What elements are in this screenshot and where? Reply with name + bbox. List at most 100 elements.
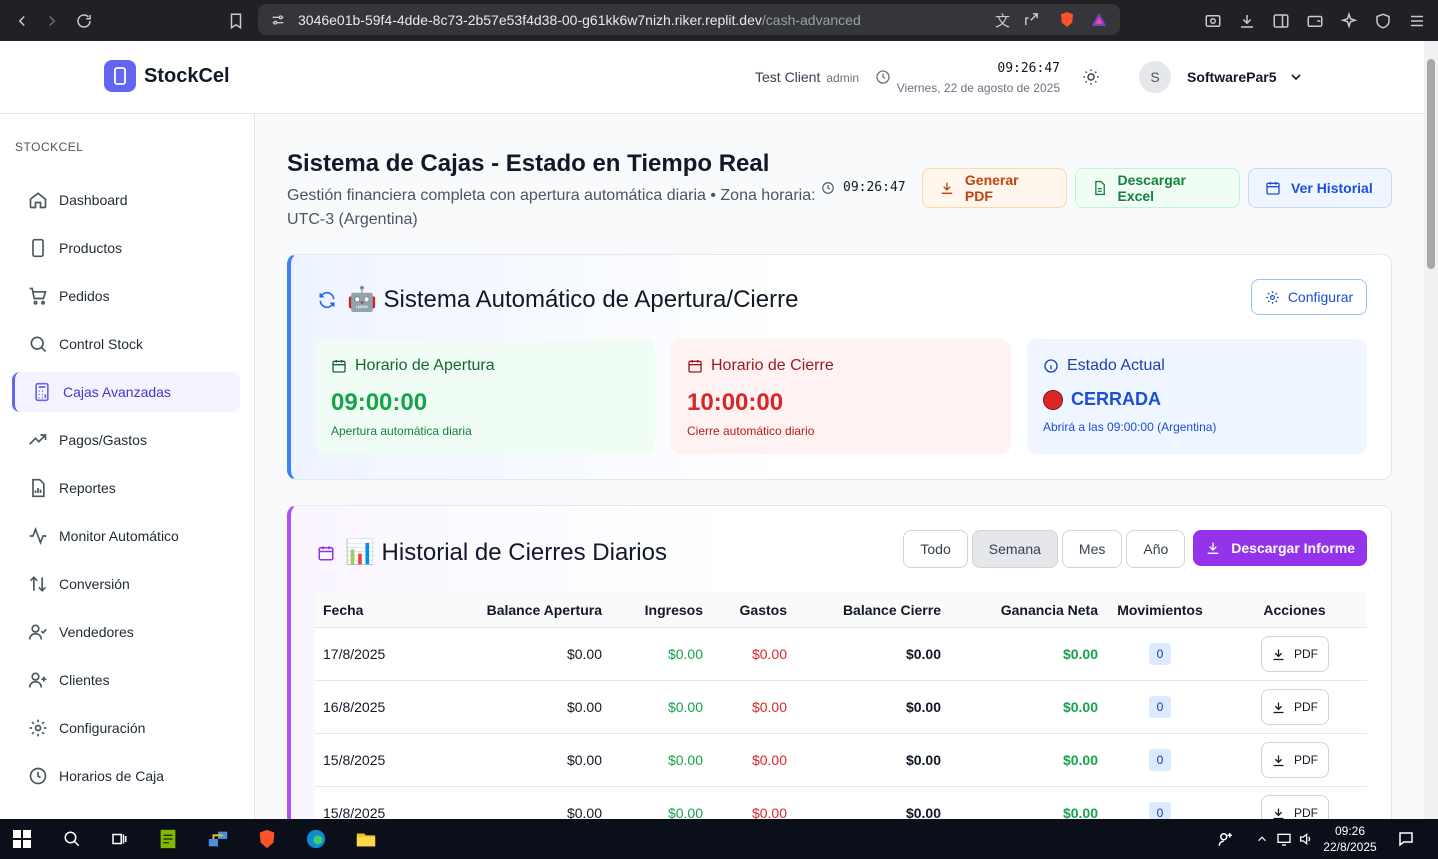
red-circle-icon bbox=[1043, 389, 1063, 410]
leo-ai-icon[interactable] bbox=[1338, 10, 1360, 32]
phone-logo-icon bbox=[104, 60, 136, 92]
sidebar-item-pedidos[interactable]: Pedidos bbox=[15, 276, 240, 316]
cell-balance-apertura: $0.00 bbox=[566, 646, 602, 662]
header-time: 09:26:47 bbox=[997, 61, 1060, 76]
cell-gastos: $0.00 bbox=[751, 805, 787, 819]
volume-icon[interactable] bbox=[1294, 827, 1318, 851]
scrollbar-thumb[interactable] bbox=[1427, 59, 1435, 269]
menu-icon[interactable] bbox=[1406, 10, 1428, 32]
cell-gastos: $0.00 bbox=[751, 752, 787, 768]
movements-badge: 0 bbox=[1149, 749, 1171, 771]
sidebar-item-label: Conversión bbox=[59, 576, 130, 592]
sidebar-item-control-stock[interactable]: Control Stock bbox=[15, 324, 240, 364]
search-icon[interactable] bbox=[60, 827, 84, 851]
view-history-button[interactable]: Ver Historial bbox=[1248, 168, 1392, 208]
row-pdf-button[interactable]: PDF bbox=[1260, 795, 1329, 819]
gear-icon bbox=[1266, 290, 1279, 304]
col-acciones: Acciones bbox=[1263, 601, 1326, 618]
table-row: 16/8/2025 $0.00 $0.00 $0.00 $0.00 $0.00 … bbox=[315, 681, 1367, 734]
configure-button[interactable]: Configurar bbox=[1251, 279, 1367, 315]
closing-note: Cierre automático diario bbox=[687, 424, 815, 438]
cell-movimientos: 0 bbox=[1098, 802, 1222, 819]
cell-ganancia-neta: $0.00 bbox=[1062, 805, 1098, 819]
task-view-icon[interactable] bbox=[107, 827, 131, 851]
tab-search-icon[interactable] bbox=[1202, 10, 1224, 32]
theme-toggle-sun-icon[interactable] bbox=[1082, 68, 1100, 91]
notification-icon[interactable] bbox=[1394, 827, 1418, 851]
avatar[interactable]: S bbox=[1139, 61, 1171, 93]
site-settings-icon[interactable] bbox=[270, 12, 286, 28]
sidebar-item-conversion[interactable]: Conversión bbox=[15, 564, 240, 604]
address-bar[interactable]: 3046e01b-59f4-4dde-8c73-2b57e53f4d38-00-… bbox=[258, 4, 1120, 35]
generate-pdf-button[interactable]: Generar PDF bbox=[922, 168, 1067, 208]
sidebar-item-cajas-avanzadas[interactable]: Cajas Avanzadas bbox=[12, 372, 240, 412]
vpn-shield-icon[interactable] bbox=[1372, 10, 1394, 32]
sidebar-item-reportes[interactable]: Reportes bbox=[15, 468, 240, 508]
sidebar-item-label: Vendedores bbox=[59, 624, 134, 640]
cell-balance-cierre: $0.00 bbox=[905, 752, 941, 768]
col-movimientos: Movimientos bbox=[1117, 601, 1203, 618]
sidebar-toggle-icon[interactable] bbox=[1270, 10, 1292, 32]
sidebar-item-vendedores[interactable]: Vendedores bbox=[15, 612, 240, 652]
sidebar-item-horarios[interactable]: Horarios de Caja bbox=[15, 756, 240, 796]
calendar-icon bbox=[688, 360, 702, 373]
sidebar-item-label: Cajas Avanzadas bbox=[63, 384, 171, 400]
wallet-icon[interactable] bbox=[1304, 10, 1326, 32]
filter-semana[interactable]: Semana bbox=[971, 530, 1058, 568]
clock-icon bbox=[822, 181, 834, 194]
download-report-button[interactable]: Descargar Informe bbox=[1193, 530, 1367, 566]
reload-icon[interactable] bbox=[70, 7, 98, 35]
sidebar-item-pagos-gastos[interactable]: Pagos/Gastos bbox=[15, 420, 240, 460]
opening-schedule-panel: Horario de Apertura 09:00:00 Apertura au… bbox=[315, 339, 655, 454]
movements-badge: 0 bbox=[1149, 643, 1171, 665]
file-explorer-icon[interactable] bbox=[354, 827, 378, 851]
translate-icon[interactable]: 文 bbox=[995, 10, 1010, 31]
brave-shield-icon[interactable] bbox=[1058, 10, 1076, 29]
notepad-app-icon[interactable] bbox=[156, 827, 180, 851]
sidebar-item-configuracion[interactable]: Configuración bbox=[15, 708, 240, 748]
download-excel-label: Descargar Excel bbox=[1117, 172, 1186, 204]
windows-start-icon[interactable] bbox=[10, 827, 34, 851]
chevron-up-icon[interactable] bbox=[1250, 827, 1274, 851]
share-icon[interactable] bbox=[1023, 11, 1040, 28]
cell-fecha: 15/8/2025 bbox=[323, 805, 386, 819]
network-icon[interactable] bbox=[1272, 827, 1296, 851]
downloads-icon[interactable] bbox=[1236, 10, 1258, 32]
brave-browser-icon[interactable] bbox=[255, 827, 279, 851]
cell-balance-cierre: $0.00 bbox=[905, 805, 941, 819]
download-excel-button[interactable]: Descargar Excel bbox=[1075, 168, 1240, 208]
sidebar-item-label: Configuración bbox=[59, 720, 146, 736]
filter-mes[interactable]: Mes bbox=[1061, 530, 1123, 568]
user-name[interactable]: SoftwarePar5 bbox=[1187, 69, 1276, 85]
forward-icon[interactable] bbox=[38, 7, 66, 35]
sidebar-item-productos[interactable]: Productos bbox=[15, 228, 240, 268]
back-icon[interactable] bbox=[8, 7, 36, 35]
filter-todo[interactable]: Todo bbox=[903, 530, 968, 568]
network-app-icon[interactable] bbox=[206, 827, 230, 851]
page-scrollbar[interactable] bbox=[1424, 41, 1438, 819]
people-icon[interactable] bbox=[1214, 827, 1238, 851]
sidebar-item-monitor[interactable]: Monitor Automático bbox=[15, 516, 240, 556]
bookmark-icon[interactable] bbox=[222, 7, 250, 35]
info-icon bbox=[1044, 359, 1058, 373]
edge-browser-icon[interactable] bbox=[304, 827, 328, 851]
history-title: 📊 Historial de Cierres Diarios bbox=[317, 538, 667, 567]
cell-gastos: $0.00 bbox=[751, 699, 787, 715]
sidebar-item-dashboard[interactable]: Dashboard bbox=[15, 180, 240, 220]
brave-rewards-icon[interactable] bbox=[1090, 11, 1108, 28]
row-pdf-button[interactable]: PDF bbox=[1260, 636, 1329, 672]
chevron-down-icon[interactable] bbox=[1288, 69, 1304, 90]
taskbar-clock[interactable]: 09:26 22/8/2025 bbox=[1320, 823, 1380, 855]
state-label: Estado Actual bbox=[1067, 357, 1165, 374]
row-pdf-label: PDF bbox=[1294, 806, 1318, 819]
cell-balance-cierre: $0.00 bbox=[905, 646, 941, 662]
refresh-icon bbox=[319, 291, 335, 308]
table-row: 17/8/2025 $0.00 $0.00 $0.00 $0.00 $0.00 … bbox=[315, 628, 1367, 681]
page-subtitle: Gestión financiera completa con apertura… bbox=[287, 187, 816, 228]
header-date: Viernes, 22 de agosto de 2025 bbox=[896, 81, 1060, 95]
logo[interactable]: StockCel bbox=[104, 60, 230, 92]
sidebar-item-clientes[interactable]: Clientes bbox=[15, 660, 240, 700]
row-pdf-button[interactable]: PDF bbox=[1260, 689, 1329, 725]
filter-ano[interactable]: Año bbox=[1126, 530, 1186, 568]
row-pdf-button[interactable]: PDF bbox=[1260, 742, 1329, 778]
